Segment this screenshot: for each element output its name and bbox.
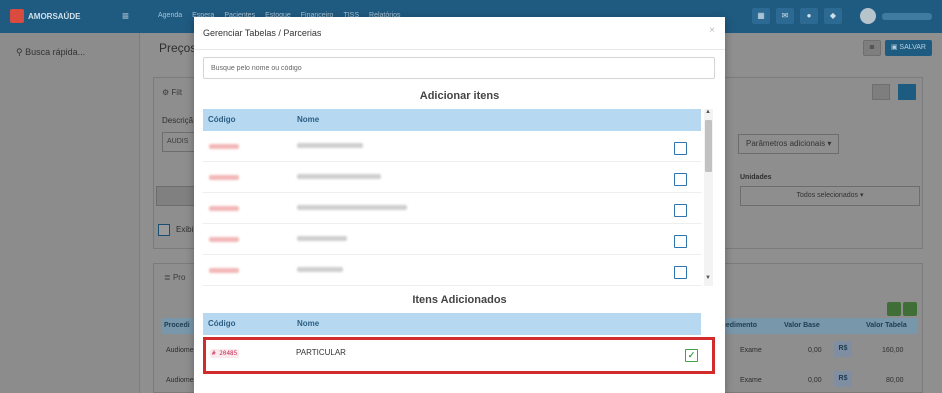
modal-header: Gerenciar Tabelas / Parcerias × — [194, 17, 725, 50]
added-item-row[interactable]: # 20485 PARTICULAR ✓ — [203, 337, 715, 374]
top-right-actions: ▦ ✉ ● ◆ — [752, 8, 932, 24]
filter-label: ⚙ Filt — [162, 88, 183, 97]
scroll-thumb[interactable] — [705, 120, 712, 172]
item-checkbox[interactable] — [674, 142, 687, 155]
add-items-title: Adicionar itens — [419, 90, 500, 102]
user-name-redacted[interactable] — [882, 12, 932, 20]
exhibit-checkbox[interactable] — [158, 224, 170, 236]
item-name: PARTICULAR — [296, 348, 346, 357]
search-icon: ⚲ — [16, 47, 26, 57]
caret-down-icon: ▾ — [859, 192, 864, 199]
col-name: Nome — [297, 115, 320, 124]
logo-text: AMORSAÚDE — [28, 11, 81, 21]
page-title: Preços — [159, 41, 197, 55]
item-name-redacted — [297, 143, 363, 148]
currency-label: R$ — [834, 371, 852, 387]
filter-icon: ⚙ — [162, 88, 172, 97]
row-type: Exame — [740, 347, 762, 354]
chat-icon[interactable]: ◆ — [824, 8, 842, 24]
item-name-redacted — [297, 267, 343, 272]
row-table-value[interactable]: 80,00 — [886, 377, 904, 384]
item-checkbox[interactable] — [674, 204, 687, 217]
chevron-down-icon: ▾ — [827, 139, 832, 148]
print-button[interactable] — [898, 84, 916, 100]
list-item[interactable] — [203, 224, 701, 255]
description-label: Descriçã — [162, 116, 194, 125]
modal-title: Gerenciar Tabelas / Parcerias — [203, 28, 322, 38]
close-icon[interactable]: × — [709, 25, 715, 36]
item-name-redacted — [297, 174, 381, 179]
col-base-value: Valor Base — [784, 322, 820, 329]
calendar-icon[interactable]: ▦ — [752, 8, 770, 24]
row-type: Exame — [740, 377, 762, 384]
row-procedure-name: Audiome — [166, 377, 194, 384]
item-checkbox[interactable] — [674, 235, 687, 248]
units-select[interactable]: Todos selecionados ▾ — [740, 186, 920, 206]
item-code-redacted — [209, 175, 239, 180]
col-procedure: Procedi — [164, 322, 190, 329]
additional-params-button[interactable]: Parâmetros adicionais ▾ — [738, 134, 840, 154]
quick-search[interactable]: ⚲ Busca rápida... — [16, 47, 85, 58]
added-items-title: Itens Adicionados — [412, 294, 507, 306]
list-item[interactable] — [203, 193, 701, 224]
save-button[interactable]: ▣ SALVAR — [884, 40, 932, 56]
quick-search-label: Busca rápida... — [25, 47, 86, 57]
procedures-label: ≣ Pro — [164, 273, 186, 282]
item-name-redacted — [297, 205, 407, 210]
currency-label: R$ — [834, 341, 852, 357]
scroll-up-icon[interactable]: ▲ — [705, 109, 711, 115]
logo-icon — [10, 9, 24, 23]
list-item[interactable] — [203, 162, 701, 193]
col-name: Nome — [297, 319, 320, 328]
nav-item-agenda[interactable]: Agenda — [158, 12, 182, 19]
page-actions: ≣ ▣ SALVAR — [862, 40, 932, 56]
avatar[interactable] — [860, 8, 876, 24]
row-table-value[interactable]: 160,00 — [882, 347, 903, 354]
list-icon: ≣ — [164, 273, 173, 282]
add-button[interactable] — [903, 302, 917, 316]
item-code-redacted — [209, 144, 239, 149]
col-table-value: Valor Tabela — [866, 322, 907, 329]
menu-icon[interactable]: ≡ — [122, 9, 129, 23]
item-checkbox[interactable] — [674, 266, 687, 279]
row-procedure-name: Audiome — [166, 347, 194, 354]
row-base-value[interactable]: 0,00 — [808, 347, 822, 354]
add-items-table-header: Código Nome — [203, 109, 701, 131]
scroll-down-icon[interactable]: ▼ — [705, 275, 711, 281]
item-code-redacted — [209, 268, 239, 273]
item-code-redacted — [209, 206, 239, 211]
col-code: Código — [208, 319, 236, 328]
add-items-list — [203, 131, 701, 291]
exhibit-label: Exibi — [176, 225, 194, 234]
manage-tables-modal: Gerenciar Tabelas / Parcerias × Adiciona… — [194, 17, 725, 393]
row-base-value[interactable]: 0,00 — [808, 377, 822, 384]
list-item[interactable] — [203, 255, 701, 286]
notifications-icon[interactable]: ● — [800, 8, 818, 24]
checked-checkbox[interactable]: ✓ — [685, 349, 698, 362]
added-items-table-header: Código Nome — [203, 313, 701, 335]
col-code: Código — [208, 115, 236, 124]
list-scrollbar[interactable]: ▲ ▼ — [704, 109, 713, 286]
messages-icon[interactable]: ✉ — [776, 8, 794, 24]
search-button[interactable] — [887, 302, 901, 316]
save-button-label: SALVAR — [899, 44, 926, 51]
item-code-redacted — [209, 237, 239, 242]
search-input[interactable] — [203, 57, 715, 79]
app-logo[interactable]: AMORSAÚDE — [10, 9, 80, 23]
item-checkbox[interactable] — [674, 173, 687, 186]
sidebar: ⚲ Busca rápida... — [0, 33, 140, 393]
refresh-button[interactable] — [872, 84, 890, 100]
list-item[interactable] — [203, 131, 701, 162]
list-icon[interactable]: ≣ — [862, 40, 881, 56]
item-name-redacted — [297, 236, 347, 241]
col-procedure-type: cedimento — [722, 322, 758, 329]
item-code: # 20485 — [210, 349, 240, 358]
units-label: Unidades — [740, 174, 772, 181]
